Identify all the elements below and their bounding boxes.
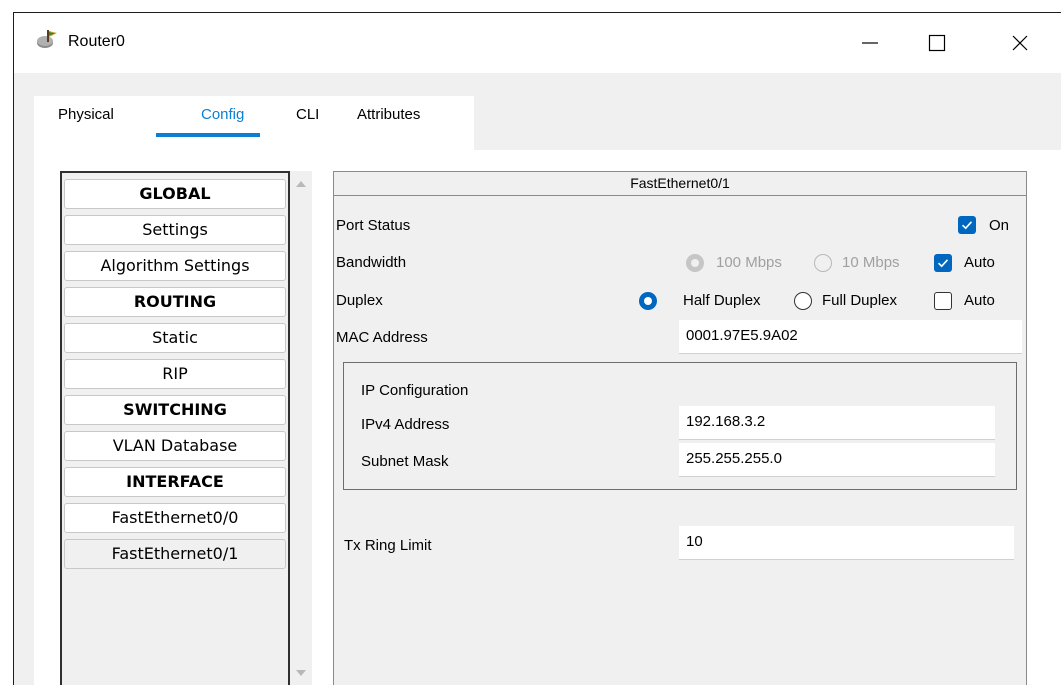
- bandwidth-auto-label: Auto: [964, 254, 995, 271]
- duplex-auto-label: Auto: [964, 292, 995, 309]
- maximize-button[interactable]: [909, 21, 965, 65]
- nav-header-interface: INTERFACE: [64, 467, 286, 497]
- duplex-full-radio[interactable]: [794, 292, 812, 310]
- nav-header-switching: SWITCHING: [64, 395, 286, 425]
- bandwidth-100-radio[interactable]: [686, 254, 704, 272]
- subnet-mask-field[interactable]: 255.255.255.0: [679, 443, 995, 477]
- maximize-icon: [928, 34, 946, 52]
- scroll-down-icon[interactable]: [296, 670, 306, 676]
- subnet-mask-label: Subnet Mask: [361, 453, 449, 470]
- port-status-on-label: On: [989, 217, 1010, 234]
- ipv4-address-label: IPv4 Address: [361, 416, 450, 433]
- bandwidth-100-label: 100 Mbps: [716, 254, 782, 271]
- tab-physical[interactable]: Physical: [58, 106, 114, 123]
- nav-header-global: GLOBAL: [64, 179, 286, 209]
- nav-item-rip[interactable]: RIP: [64, 359, 286, 389]
- interface-panel: FastEthernet0/1 Port Status On Bandwidth…: [333, 171, 1027, 685]
- tab-cli[interactable]: CLI: [296, 106, 319, 123]
- panel-title: FastEthernet0/1: [334, 172, 1026, 196]
- nav-header-routing: ROUTING: [64, 287, 286, 317]
- router-config-window: Router0 Physical Config CLI Attributes G…: [13, 12, 1061, 685]
- nav-item-vlan-database[interactable]: VLAN Database: [64, 431, 286, 461]
- scroll-up-icon[interactable]: [296, 181, 306, 187]
- config-nav-list: GLOBAL Settings Algorithm Settings ROUTI…: [60, 171, 290, 685]
- mac-address-label: MAC Address: [336, 329, 428, 346]
- duplex-label: Duplex: [336, 292, 383, 309]
- mac-address-field[interactable]: 0001.97E5.9A02: [679, 320, 1022, 354]
- bandwidth-10-label: 10 Mbps: [842, 254, 900, 271]
- tx-ring-limit-field[interactable]: 10: [679, 526, 1014, 560]
- window-title: Router0: [68, 33, 125, 50]
- checkmark-icon: [937, 259, 949, 268]
- router-icon: [37, 30, 57, 48]
- port-status-label: Port Status: [336, 217, 411, 234]
- tab-config[interactable]: Config: [201, 106, 244, 123]
- minimize-icon: [862, 42, 878, 44]
- duplex-full-label: Full Duplex: [822, 292, 898, 309]
- duplex-half-radio[interactable]: [639, 292, 657, 310]
- bandwidth-label: Bandwidth: [336, 254, 407, 271]
- close-button[interactable]: [992, 21, 1048, 65]
- ip-configuration-title: IP Configuration: [361, 382, 469, 399]
- tab-attributes[interactable]: Attributes: [357, 106, 420, 123]
- ipv4-address-field[interactable]: 192.168.3.2: [679, 406, 995, 440]
- tab-strip: Physical Config CLI Attributes: [34, 96, 474, 150]
- nav-scrollbar[interactable]: [290, 171, 312, 685]
- active-tab-indicator: [156, 133, 260, 137]
- nav-item-algorithm-settings[interactable]: Algorithm Settings: [64, 251, 286, 281]
- config-content: GLOBAL Settings Algorithm Settings ROUTI…: [34, 150, 1061, 685]
- nav-item-static[interactable]: Static: [64, 323, 286, 353]
- close-icon: [1012, 35, 1028, 51]
- nav-item-settings[interactable]: Settings: [64, 215, 286, 245]
- duplex-half-label: Half Duplex: [683, 292, 761, 309]
- tx-ring-limit-label: Tx Ring Limit: [344, 537, 432, 554]
- duplex-auto-checkbox[interactable]: [934, 292, 952, 310]
- minimize-button[interactable]: [842, 21, 898, 65]
- checkmark-icon: [961, 221, 973, 230]
- nav-item-fastethernet0-1[interactable]: FastEthernet0/1: [64, 539, 286, 569]
- ip-configuration-group: IP Configuration IPv4 Address 192.168.3.…: [343, 362, 1017, 490]
- nav-item-fastethernet0-0[interactable]: FastEthernet0/0: [64, 503, 286, 533]
- port-status-checkbox[interactable]: [958, 216, 976, 234]
- title-bar: Router0: [14, 13, 1061, 73]
- bandwidth-auto-checkbox[interactable]: [934, 254, 952, 272]
- bandwidth-10-radio[interactable]: [814, 254, 832, 272]
